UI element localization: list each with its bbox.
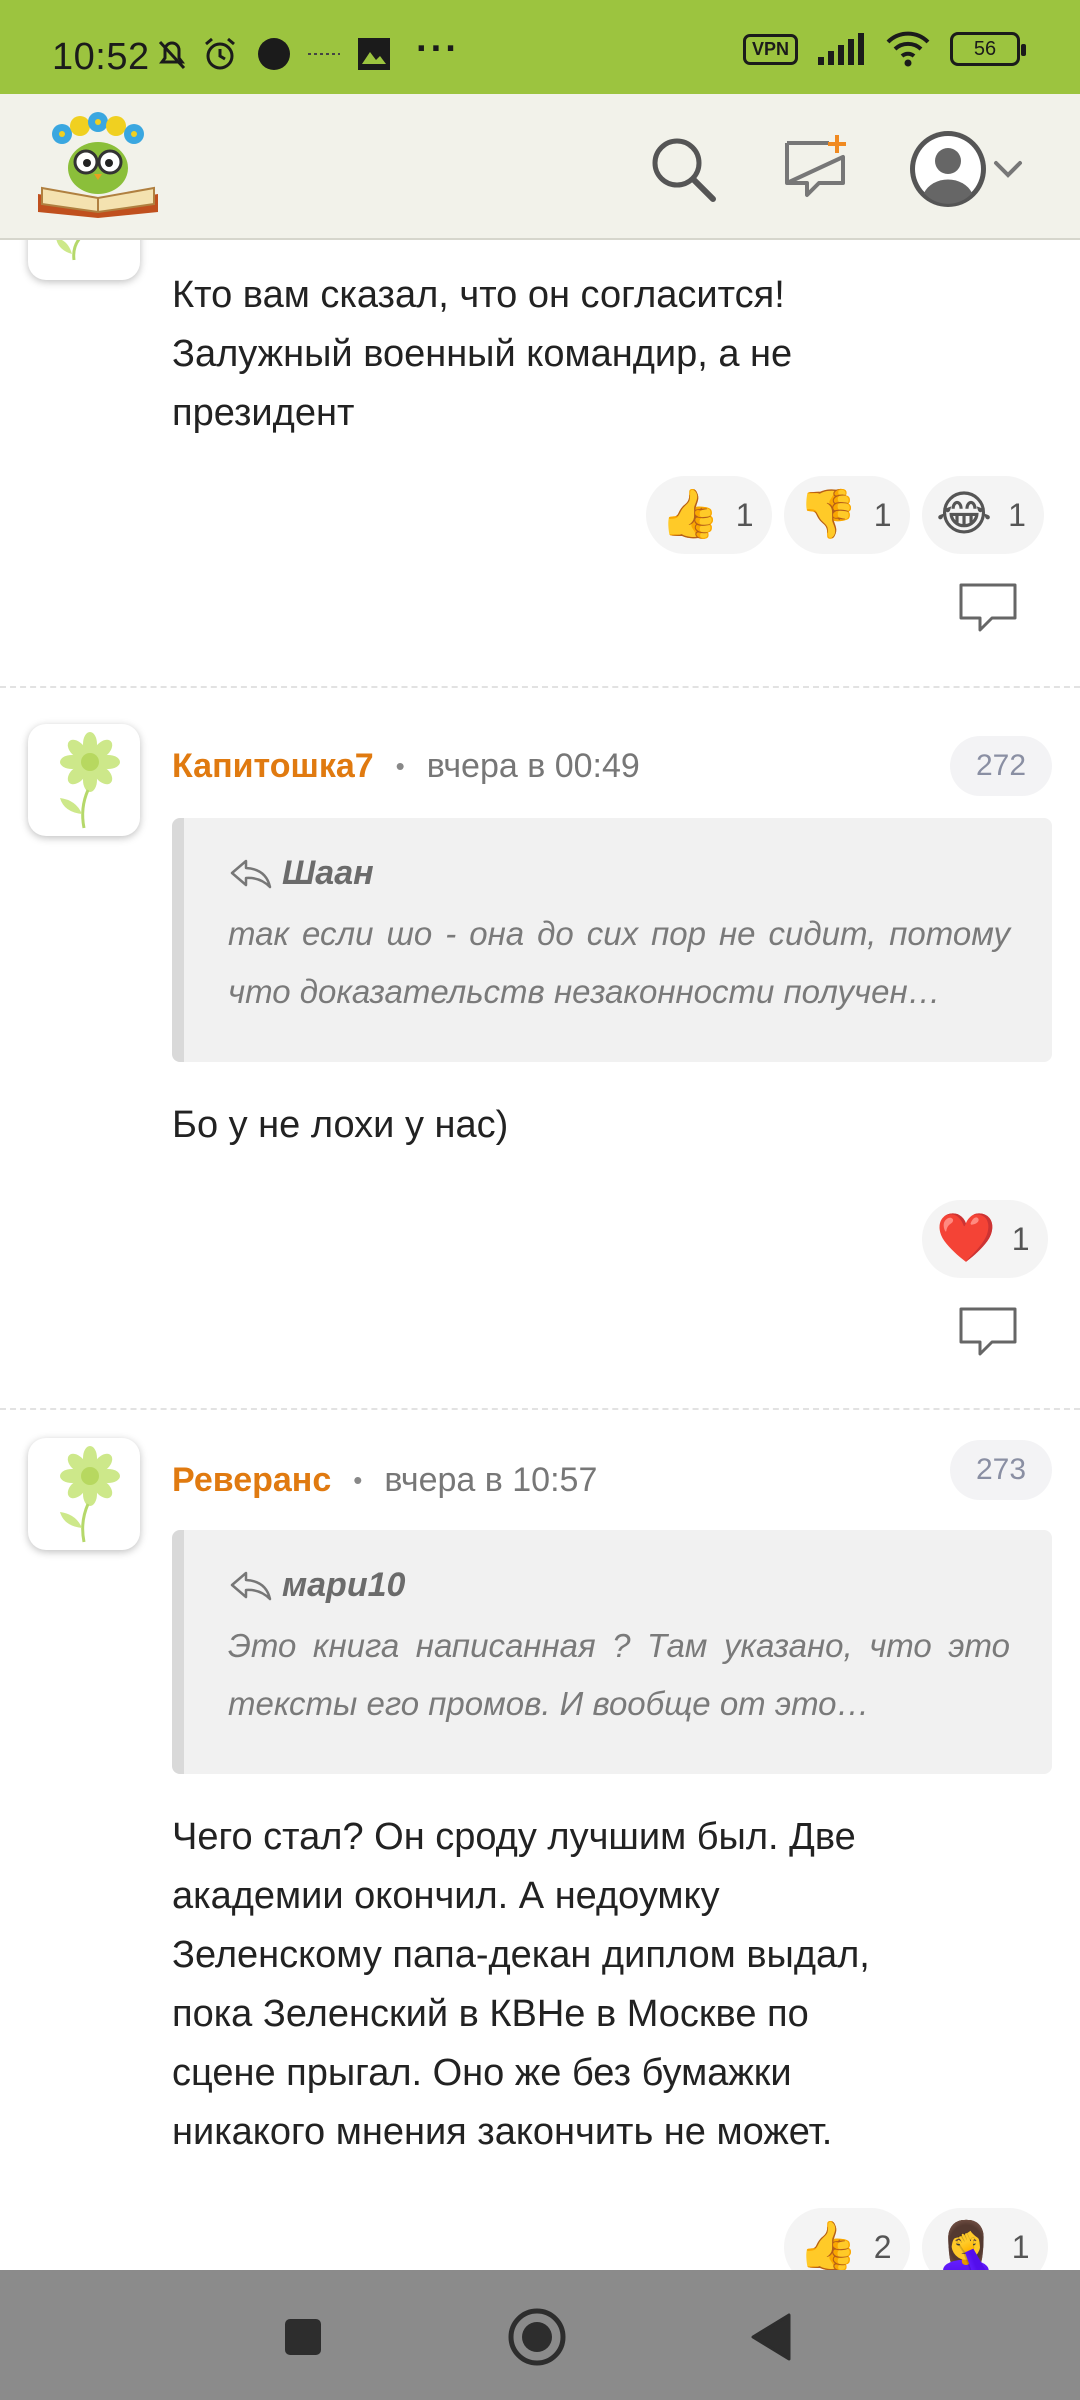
comment-line: пока Зеленский в КВНе в Москве по: [172, 1993, 809, 2035]
reaction-count: 2: [873, 2228, 892, 2265]
comment-date: вчера в 00:49: [426, 746, 640, 785]
square-recents-icon: [285, 2319, 321, 2355]
meta-separator: •: [353, 1464, 363, 1495]
comment-line: Бо у не лохи у нас): [172, 1104, 509, 1146]
quote-author: Шаан: [282, 854, 374, 892]
laughing-emoji-icon: 😂: [936, 488, 993, 541]
comment-date: вчера в 10:57: [384, 1460, 598, 1499]
notification-dot-icon: [258, 38, 290, 70]
reaction-count: 1: [1011, 1220, 1030, 1257]
comment-number-badge[interactable]: 273: [950, 1440, 1052, 1500]
thumbs-down-icon: 👎: [798, 488, 858, 541]
comment-divider: [0, 1408, 1080, 1410]
comment-meta: Капитошка7 • вчера в 00:49: [172, 736, 640, 796]
comment-number-badge[interactable]: 272: [950, 736, 1052, 796]
reaction-dislike-button[interactable]: 👎 1: [784, 476, 910, 554]
quote-author: мари10: [282, 1566, 406, 1604]
profile-menu-button[interactable]: [898, 124, 1038, 214]
heart-icon: ❤️: [936, 1212, 996, 1265]
comment-line: Кто вам сказал, что он согласится!: [172, 274, 785, 316]
reaction-facepalm-button[interactable]: 🤦‍♀️ 1: [922, 2208, 1048, 2270]
quote-header: Шаан: [228, 854, 1010, 893]
comment-line: Чего стал? Он сроду лучшим был. Две: [172, 1816, 856, 1858]
comment-line: Залужный военный командир, а не: [172, 333, 793, 375]
app-header: [0, 94, 1080, 240]
flower-avatar-icon: [56, 240, 81, 261]
flower-avatar-icon: [60, 1446, 120, 1543]
app-notification-icon: [308, 53, 340, 55]
comment-line: сцене прыгал. Оно же без бумажки: [172, 2052, 792, 2094]
comment-line: никакого мнения закончить не может.: [172, 2111, 833, 2153]
comment-line: Зеленскому папа-декан диплом выдал,: [172, 1934, 870, 1976]
flower-avatar-icon: [60, 732, 120, 829]
comment-author[interactable]: Капитошка7: [172, 747, 374, 786]
new-post-button[interactable]: [770, 124, 860, 214]
facepalm-emoji-icon: 🤦‍♀️: [936, 2220, 996, 2271]
commenter-avatar[interactable]: [28, 240, 140, 280]
reply-arrow-icon: [230, 859, 272, 888]
more-icon: ···: [416, 28, 460, 70]
recents-button[interactable]: [268, 2302, 338, 2372]
comment-body: Кто вам сказал, что он согласится! Залуж…: [172, 266, 792, 443]
thumbs-up-icon: 👍: [798, 2220, 858, 2271]
commenter-avatar[interactable]: [28, 1438, 140, 1550]
reply-arrow-icon: [230, 1571, 272, 1600]
quoted-comment[interactable]: мари10 Это книга написанная ? Там указан…: [172, 1530, 1052, 1774]
vpn-icon: VPN: [742, 33, 798, 65]
comment-line: президент: [172, 392, 355, 434]
back-button[interactable]: [736, 2302, 806, 2372]
status-time: 10:52: [52, 36, 150, 78]
chevron-down-icon: [994, 161, 1022, 178]
gallery-icon: [358, 38, 390, 70]
commenter-avatar[interactable]: [28, 724, 140, 836]
circle-home-icon: [508, 2308, 566, 2366]
status-bar: 10:52 ··· VPN 56: [0, 0, 1080, 94]
home-button[interactable]: [502, 2302, 572, 2372]
reaction-count: 1: [1011, 2228, 1030, 2265]
wifi-icon: [886, 31, 930, 67]
reply-comment-icon[interactable]: [958, 1306, 1018, 1358]
triangle-back-icon: [751, 2313, 791, 2361]
comment-body: Чего стал? Он сроду лучшим был. Две акад…: [172, 1808, 870, 2162]
reaction-count: 1: [735, 496, 754, 533]
comment-divider: [0, 686, 1080, 688]
comment-meta: Реверанс • вчера в 10:57: [172, 1450, 597, 1510]
quote-text: так если шо - она до сих пор не сидит, п…: [228, 915, 1010, 1010]
reaction-count: 1: [1008, 496, 1026, 533]
quote-header: мари10: [228, 1566, 1010, 1605]
comments-feed[interactable]: Кто вам сказал, что он согласится! Залуж…: [0, 240, 1080, 2270]
reaction-count: 1: [873, 496, 892, 533]
reaction-laugh-button[interactable]: 😂 1: [922, 476, 1044, 554]
reply-comment-icon[interactable]: [958, 582, 1018, 634]
meta-separator: •: [395, 750, 405, 781]
battery-icon: 56: [950, 32, 1026, 66]
thumbs-up-icon: 👍: [660, 488, 720, 541]
reaction-like-button[interactable]: 👍 2: [784, 2208, 910, 2270]
system-navigation-bar: [0, 2270, 1080, 2400]
signal-icon: [818, 33, 864, 65]
mute-notifications-icon: [158, 40, 186, 70]
comment-body: Бо у не лохи у нас): [172, 1096, 508, 1155]
logo-reading-owl-icon[interactable]: [32, 108, 164, 220]
comment-author[interactable]: Реверанс: [172, 1461, 331, 1500]
avatar-icon: [910, 131, 986, 207]
alarm-icon: [205, 37, 235, 70]
new-post-icon: [785, 135, 846, 197]
quoted-comment[interactable]: Шаан так если шо - она до сих пор не сид…: [172, 818, 1052, 1062]
search-button[interactable]: [638, 124, 728, 214]
quote-text: Это книга написанная ? Там указано, что …: [228, 1627, 1010, 1722]
reaction-like-button[interactable]: 👍 1: [646, 476, 772, 554]
comment-line: академии окончил. А недоумку: [172, 1875, 720, 1917]
reaction-heart-button[interactable]: ❤️ 1: [922, 1200, 1048, 1278]
search-icon: [652, 138, 716, 202]
